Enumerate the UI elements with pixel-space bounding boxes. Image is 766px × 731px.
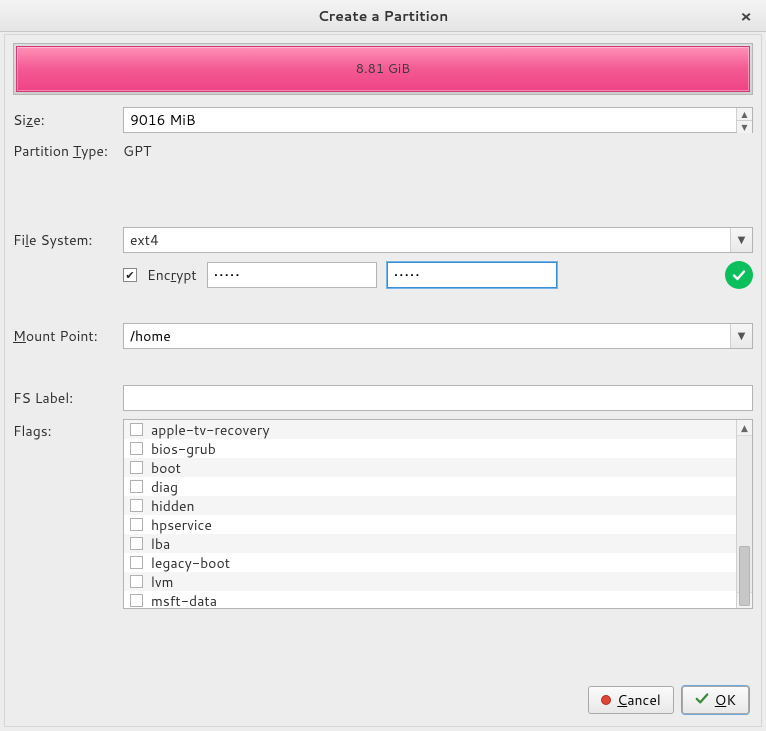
flag-row[interactable]: bios-grub bbox=[124, 439, 736, 458]
flag-row[interactable]: diag bbox=[124, 477, 736, 496]
partition-type-value: GPT bbox=[123, 141, 753, 161]
file-system-value: ext4 bbox=[124, 228, 730, 252]
mount-point-combo[interactable]: ▼ bbox=[123, 323, 753, 349]
flag-row[interactable]: msft-data bbox=[124, 591, 736, 608]
flag-checkbox[interactable] bbox=[130, 461, 143, 474]
flag-row[interactable]: legacy-boot bbox=[124, 553, 736, 572]
flag-label: hpservice bbox=[151, 515, 212, 535]
cancel-button-label: Cancel bbox=[617, 690, 661, 710]
titlebar: Create a Partition × bbox=[0, 0, 766, 32]
flag-label: apple-tv-recovery bbox=[151, 420, 270, 440]
flag-row[interactable]: boot bbox=[124, 458, 736, 477]
scroll-up-icon[interactable]: ▲ bbox=[737, 420, 752, 436]
flags-list[interactable]: apple-tv-recoverybios-grubbootdiaghidden… bbox=[123, 419, 753, 609]
password-match-icon bbox=[725, 261, 753, 289]
form-grid: Size: ▲ ▼ Partition Type: GPT File Syste… bbox=[13, 107, 753, 609]
file-system-label: File System: bbox=[13, 230, 117, 250]
flag-label: msft-data bbox=[151, 591, 217, 609]
flag-checkbox[interactable] bbox=[130, 423, 143, 436]
flag-label: legacy-boot bbox=[151, 553, 230, 573]
encrypt-checkbox[interactable]: ✔ bbox=[123, 268, 137, 282]
flag-label: lvm bbox=[151, 572, 174, 592]
flag-checkbox[interactable] bbox=[130, 499, 143, 512]
size-input[interactable] bbox=[124, 108, 736, 132]
flag-label: boot bbox=[151, 458, 181, 478]
close-button[interactable]: × bbox=[734, 0, 758, 32]
mount-point-label: Mount Point: bbox=[13, 326, 117, 346]
size-spin-down[interactable]: ▼ bbox=[737, 121, 752, 133]
fs-label-input[interactable] bbox=[123, 385, 753, 411]
encrypt-label: Encrypt bbox=[147, 265, 197, 285]
dialog-body: 8.81 GiB Size: ▲ ▼ Partition Type: GPT F… bbox=[4, 34, 762, 727]
ok-icon bbox=[695, 690, 709, 710]
flag-row[interactable]: lvm bbox=[124, 572, 736, 591]
flag-checkbox[interactable] bbox=[130, 442, 143, 455]
partition-bar[interactable]: 8.81 GiB bbox=[16, 46, 750, 92]
mount-point-input[interactable] bbox=[124, 324, 730, 348]
size-label: Size: bbox=[13, 110, 117, 130]
ok-button-label: OK bbox=[715, 690, 736, 710]
dialog-title: Create a Partition bbox=[318, 6, 449, 26]
file-system-drop-icon[interactable]: ▼ bbox=[730, 228, 752, 252]
encrypt-row: ✔ Encrypt bbox=[123, 261, 753, 289]
cancel-icon bbox=[601, 695, 611, 705]
create-partition-dialog: Create a Partition × 8.81 GiB Size: ▲ ▼ … bbox=[0, 0, 766, 731]
flag-checkbox[interactable] bbox=[130, 518, 143, 531]
flag-label: diag bbox=[151, 477, 178, 497]
password-input-1[interactable] bbox=[207, 262, 377, 288]
mount-point-drop-icon[interactable]: ▼ bbox=[730, 324, 752, 348]
fs-label-label: FS Label: bbox=[13, 388, 117, 408]
scroll-track[interactable] bbox=[737, 436, 752, 592]
flag-checkbox[interactable] bbox=[130, 594, 143, 607]
file-system-combo[interactable]: ext4 ▼ bbox=[123, 227, 753, 253]
partition-bar-container: 8.81 GiB bbox=[13, 43, 753, 95]
flags-scrollbar[interactable]: ▲ ▼ bbox=[736, 420, 752, 608]
ok-button[interactable]: OK bbox=[682, 686, 749, 714]
cancel-button[interactable]: Cancel bbox=[588, 686, 674, 714]
scroll-thumb[interactable] bbox=[739, 546, 750, 606]
flag-checkbox[interactable] bbox=[130, 480, 143, 493]
flag-label: hidden bbox=[151, 496, 195, 516]
partition-bar-label: 8.81 GiB bbox=[356, 60, 410, 78]
flags-label: Flags: bbox=[13, 419, 117, 441]
flag-checkbox[interactable] bbox=[130, 556, 143, 569]
flag-row[interactable]: hidden bbox=[124, 496, 736, 515]
size-spinner[interactable]: ▲ ▼ bbox=[736, 108, 752, 132]
flag-row[interactable]: hpservice bbox=[124, 515, 736, 534]
password-input-2[interactable] bbox=[387, 262, 557, 288]
button-bar: Cancel OK bbox=[588, 686, 749, 714]
flag-checkbox[interactable] bbox=[130, 537, 143, 550]
flag-row[interactable]: apple-tv-recovery bbox=[124, 420, 736, 439]
size-spin-up[interactable]: ▲ bbox=[737, 108, 752, 121]
flag-label: bios-grub bbox=[151, 439, 216, 459]
size-spinbox[interactable]: ▲ ▼ bbox=[123, 107, 753, 133]
flag-checkbox[interactable] bbox=[130, 575, 143, 588]
flag-label: lba bbox=[151, 534, 170, 554]
partition-type-label: Partition Type: bbox=[13, 141, 117, 161]
flag-row[interactable]: lba bbox=[124, 534, 736, 553]
